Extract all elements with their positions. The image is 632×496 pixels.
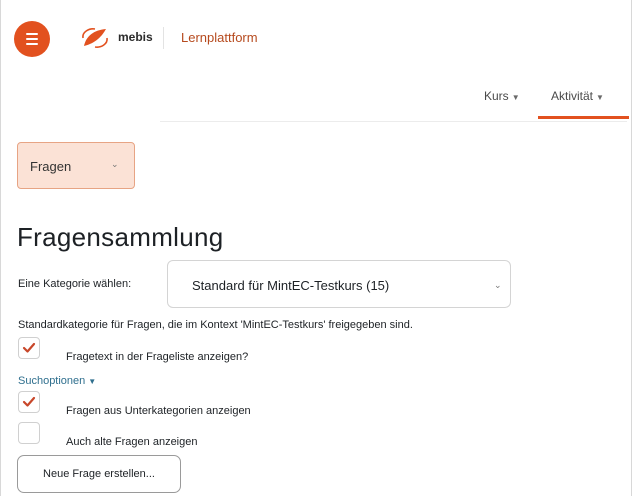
checkmark-icon	[22, 342, 36, 353]
show-question-text-label: Fragetext in der Frageliste anzeigen?	[66, 351, 249, 363]
page-type-select-value: Fragen	[30, 159, 72, 174]
nav-item-kurs[interactable]: Kurs ▼	[484, 89, 520, 103]
mebis-logo-icon[interactable]	[80, 26, 110, 50]
create-question-button[interactable]: Neue Frage erstellen...	[17, 455, 181, 493]
chevron-down-icon: ▼	[88, 377, 97, 386]
hamburger-menu-icon[interactable]	[14, 21, 50, 57]
show-old-questions-label: Auch alte Fragen anzeigen	[66, 436, 198, 448]
nav-item-aktivitaet-label: Aktivität	[551, 89, 594, 103]
show-subcategories-checkbox[interactable]	[18, 391, 40, 413]
nav-divider	[160, 121, 627, 122]
page-title: Fragensammlung	[17, 222, 224, 252]
nav-item-kurs-label: Kurs	[484, 89, 509, 103]
search-options-toggle[interactable]: Suchoptionen ▼	[18, 375, 96, 387]
category-select[interactable]: Standard für MintEC-Testkurs (15) ⌄	[167, 260, 511, 308]
category-label: Eine Kategorie wählen:	[18, 278, 132, 290]
show-old-questions-checkbox[interactable]	[18, 422, 40, 444]
category-description: Standardkategorie für Fragen, die im Kon…	[18, 319, 413, 331]
header-divider	[163, 27, 164, 49]
brand-name[interactable]: mebis	[118, 30, 153, 44]
show-subcategories-label: Fragen aus Unterkategorien anzeigen	[66, 405, 251, 417]
chevron-down-icon: ▼	[596, 93, 604, 102]
top-header: mebis Lernplattform	[0, 0, 632, 80]
chevron-down-icon: ▼	[511, 93, 520, 102]
active-tab-indicator	[538, 116, 629, 119]
chevron-down-icon: ⌄	[111, 159, 119, 169]
chevron-down-icon: ⌄	[494, 280, 502, 290]
platform-name[interactable]: Lernplattform	[181, 30, 258, 45]
search-options-label: Suchoptionen	[18, 375, 86, 387]
category-select-value: Standard für MintEC-Testkurs (15)	[192, 278, 390, 293]
checkmark-icon	[22, 396, 36, 407]
show-question-text-checkbox[interactable]	[18, 337, 40, 359]
nav-item-aktivitaet[interactable]: Aktivität ▼	[551, 89, 604, 103]
page-type-select[interactable]: Fragen ⌄	[17, 142, 135, 189]
